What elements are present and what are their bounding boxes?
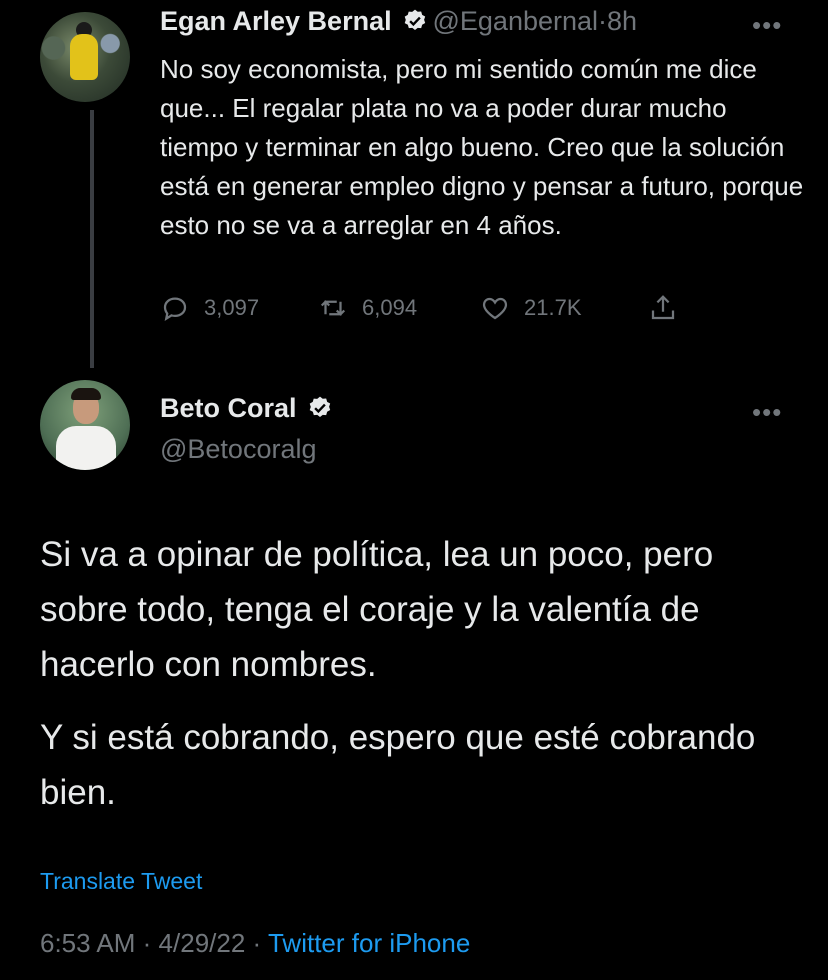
- tweet2-date[interactable]: 4/29/22: [159, 928, 246, 958]
- tweet2-paragraph-2: Y si está cobrando, espero que esté cobr…: [40, 718, 756, 812]
- avatar-hair: [71, 388, 101, 400]
- tweet2-header: Beto Coral: [160, 393, 333, 424]
- reply-button[interactable]: 3,097: [160, 293, 259, 323]
- like-button[interactable]: 21.7K: [480, 293, 582, 323]
- translate-tweet-link[interactable]: Translate Tweet: [40, 868, 202, 895]
- share-button[interactable]: [648, 293, 692, 323]
- tweet2-handle[interactable]: @Betocoralg: [160, 434, 317, 465]
- tweet1-separator: ·: [598, 6, 608, 36]
- tweet1-header: Egan Arley Bernal @Eganbernal·8h: [160, 6, 637, 37]
- verified-badge-icon: [309, 396, 331, 417]
- retweet-button[interactable]: 6,094: [318, 293, 417, 323]
- tweet1-author-name[interactable]: Egan Arley Bernal: [160, 6, 392, 36]
- thread-connector-line: [90, 110, 94, 368]
- tweet-source-link[interactable]: Twitter for iPhone: [268, 928, 470, 958]
- tweet1-text: No soy economista, pero mi sentido común…: [160, 54, 804, 240]
- reply-icon: [163, 297, 187, 321]
- avatar-rider-jersey: [70, 34, 98, 80]
- tweet1-handle[interactable]: @Eganbernal: [433, 6, 599, 36]
- reply-count: 3,097: [204, 295, 260, 320]
- verified-badge-icon: [404, 9, 426, 30]
- share-icon: [651, 295, 675, 320]
- tweet2-text: Si va a opinar de política, lea un poco,…: [40, 527, 800, 838]
- tweet2-author-name[interactable]: Beto Coral: [160, 393, 297, 423]
- avatar-shirt: [56, 426, 116, 470]
- egan-avatar[interactable]: [40, 12, 130, 102]
- retweet-count: 6,094: [362, 295, 418, 320]
- tweet2-time[interactable]: 6:53 AM: [40, 928, 135, 958]
- footer-separator: ·: [252, 928, 262, 958]
- like-count: 21.7K: [524, 295, 582, 320]
- like-icon: [482, 297, 508, 320]
- tweet2-footer: 6:53 AM · 4/29/22 · Twitter for iPhone: [40, 928, 470, 959]
- tweet1-time[interactable]: 8h: [607, 6, 637, 36]
- tweet1-more-icon[interactable]: •••: [752, 10, 782, 41]
- beto-avatar[interactable]: [40, 380, 130, 470]
- tweet2-paragraph-1: Si va a opinar de política, lea un poco,…: [40, 535, 714, 684]
- tweet2-more-icon[interactable]: •••: [752, 397, 782, 428]
- footer-separator: ·: [142, 928, 152, 958]
- retweet-icon: [320, 300, 346, 316]
